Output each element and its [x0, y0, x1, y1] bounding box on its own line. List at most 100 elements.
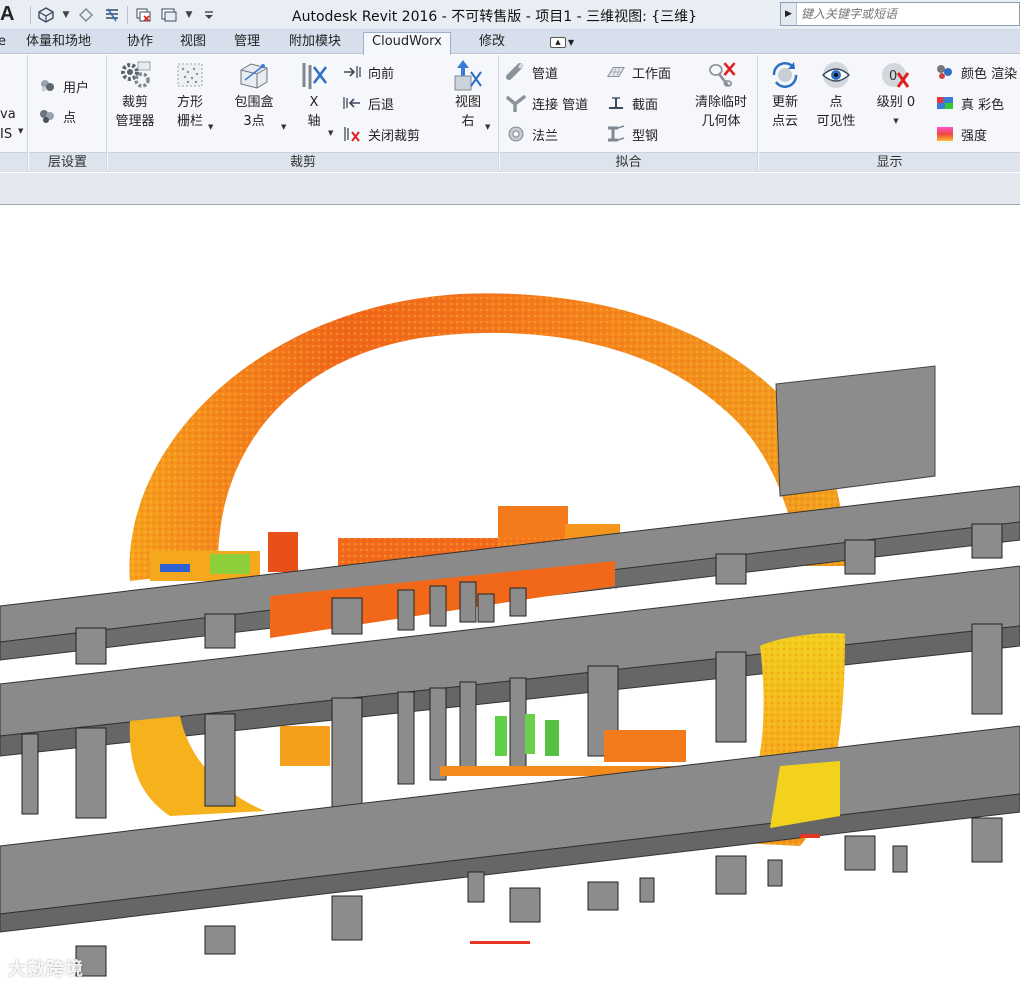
partial-label-line2: IS [0, 127, 13, 142]
tab-view[interactable]: 视图 [176, 33, 210, 53]
ribbon-tab-bar: e 体量和场地 协作 视图 管理 附加模块 CloudWorx 修改 ▲ ▼ [0, 30, 1020, 55]
panel-layer-settings: 用户 点 层设置 [29, 55, 107, 172]
tab-cloudworx[interactable]: CloudWorx [363, 32, 451, 55]
switch-windows-icon[interactable] [158, 5, 180, 25]
view-cube-x-icon [451, 59, 485, 91]
help-search-box[interactable]: ▶ [780, 2, 1020, 26]
gray-wall-panel [775, 365, 936, 497]
back-label: 后退 [368, 97, 395, 113]
level-label: 级别 0 [876, 95, 916, 110]
partial-button-label[interactable]: va IS [0, 105, 16, 145]
tab-massing-site[interactable]: 体量和场地 [22, 33, 95, 53]
tab-manage[interactable]: 管理 [230, 33, 264, 53]
cube-home-icon[interactable] [35, 5, 57, 25]
thin-lines-icon[interactable] [101, 5, 123, 25]
3d-viewport[interactable]: 大數跨境 [0, 206, 1020, 987]
level-zero-icon: 0 [879, 59, 913, 91]
eye-icon [819, 59, 853, 91]
chevron-right-icon[interactable]: ▶ [781, 3, 797, 25]
point-visibility-label-2: 可见性 [816, 114, 856, 129]
pipe-icon [506, 63, 526, 81]
bounding-box-icon [237, 59, 271, 91]
tab-add-ins[interactable]: 附加模块 [285, 33, 345, 53]
chevron-down-icon: ▼ [328, 129, 334, 137]
panel-partial: va IS ▼ [0, 55, 28, 172]
clear-temp-geometry-button[interactable]: 清除临时 几何体 [688, 59, 754, 131]
close-crop-icon [342, 125, 362, 143]
x-axis-label-2: 轴 [307, 114, 321, 129]
crop-manager-label-1: 裁剪 [121, 95, 148, 110]
chevron-down-icon[interactable]: ▼ [184, 5, 194, 25]
intensity-icon [935, 125, 955, 143]
flange-button[interactable]: 法兰 [506, 123, 558, 145]
search-input[interactable] [797, 4, 1017, 24]
section-button[interactable]: 截面 [606, 92, 658, 114]
user-button[interactable]: 用户 [37, 75, 89, 97]
update-point-cloud-button[interactable]: 更新 点云 [765, 59, 805, 131]
chevron-down-icon: ▼ [281, 123, 287, 131]
work-plane-button[interactable]: 工作面 [606, 61, 671, 83]
true-color-label: 真 彩色 [961, 97, 1005, 113]
clear-temp-label-1: 清除临时 [694, 95, 747, 110]
true-color-button[interactable]: 真 彩色 [935, 92, 1004, 114]
flange-icon [506, 125, 526, 143]
tab-partial[interactable]: e [0, 33, 10, 53]
x-axis-label-1: X [309, 95, 319, 110]
bounding-box-label-1: 包围盒 [234, 95, 274, 110]
title-bar: A ▼ ▼ Autodesk Revit 2016 - 不可转售版 - 项目1 … [0, 0, 1020, 30]
square-fence-button[interactable]: 方形 栅栏 [170, 59, 210, 131]
diamond-tag-icon[interactable] [75, 5, 97, 25]
minimize-ribbon-button[interactable]: ▲ ▼ [550, 36, 580, 49]
work-plane-label: 工作面 [632, 66, 672, 82]
connect-pipe-label: 连接 管道 [532, 97, 589, 113]
user-button-label: 用户 [63, 80, 90, 96]
qat-separator [127, 6, 128, 24]
close-crop-button[interactable]: 关闭裁剪 [342, 123, 420, 145]
steel-label: 型钢 [632, 128, 659, 144]
steel-beam-icon [606, 125, 626, 143]
back-button[interactable]: 后退 [342, 92, 394, 114]
fence-icon [173, 59, 207, 91]
x-axis-slice-icon [297, 59, 331, 91]
customize-toolbar-icon[interactable] [198, 5, 220, 25]
crop-manager-button[interactable]: 裁剪 管理器 [110, 59, 160, 131]
pipe-button[interactable]: 管道 [506, 61, 558, 83]
chevron-down-icon: ▼ [18, 127, 24, 135]
step-forward-icon [342, 63, 362, 81]
chevron-down-icon[interactable]: ▼ [61, 5, 71, 25]
color-render-button[interactable]: 颜色 渲染 [935, 61, 1017, 83]
chevron-down-icon: ▼ [893, 117, 899, 125]
steel-button[interactable]: 型钢 [606, 123, 658, 145]
close-hidden-windows-icon[interactable] [132, 5, 154, 25]
view-right-button[interactable]: 视图 右 [448, 59, 488, 131]
chevron-down-icon: ▼ [208, 123, 214, 131]
ribbon: va IS ▼ 用户 点 层设置 裁剪 管理器 方形 栅栏 ▼ 包围盒 3点 ▼… [0, 55, 1020, 172]
point-cloud-scene[interactable] [0, 206, 1020, 987]
panel-toggle-icon: ▲ [550, 37, 566, 48]
point-button[interactable]: 点 [37, 105, 76, 127]
connect-pipe-button[interactable]: 连接 管道 [506, 92, 588, 114]
tab-modify[interactable]: 修改 [475, 33, 509, 53]
panel-display: 更新 点云 点 可见性 0 级别 0 ▼ 颜色 渲染 真 彩色 强度 显示 [759, 55, 1020, 172]
crop-manager-label-2: 管理器 [115, 114, 155, 129]
update-cloud-label-2: 点云 [771, 114, 798, 129]
bounding-box-button[interactable]: 包围盒 3点 [228, 59, 280, 131]
flange-label: 法兰 [532, 128, 559, 144]
clear-temp-label-2: 几何体 [701, 114, 741, 129]
refresh-cloud-icon [768, 59, 802, 91]
point-visibility-button[interactable]: 点 可见性 [811, 59, 861, 131]
level-zero-button[interactable]: 0 级别 0 ▼ [871, 59, 921, 131]
panel-label-partial [0, 152, 27, 172]
x-axis-button[interactable]: X 轴 [294, 59, 334, 131]
tab-collaborate[interactable]: 协作 [123, 33, 157, 53]
panel-label-display: 显示 [759, 152, 1020, 172]
forward-button[interactable]: 向前 [342, 61, 394, 83]
options-bar [0, 173, 1020, 205]
close-crop-label: 关闭裁剪 [368, 128, 421, 144]
intensity-label: 强度 [961, 128, 988, 144]
square-fence-label-1: 方形 [176, 95, 203, 110]
point-layer-icon [37, 107, 57, 125]
intensity-button[interactable]: 强度 [935, 123, 987, 145]
panel-crop: 裁剪 管理器 方形 栅栏 ▼ 包围盒 3点 ▼ X 轴 ▼ 向前 后退 关闭裁剪… [108, 55, 499, 172]
app-logo[interactable]: A [0, 3, 14, 26]
